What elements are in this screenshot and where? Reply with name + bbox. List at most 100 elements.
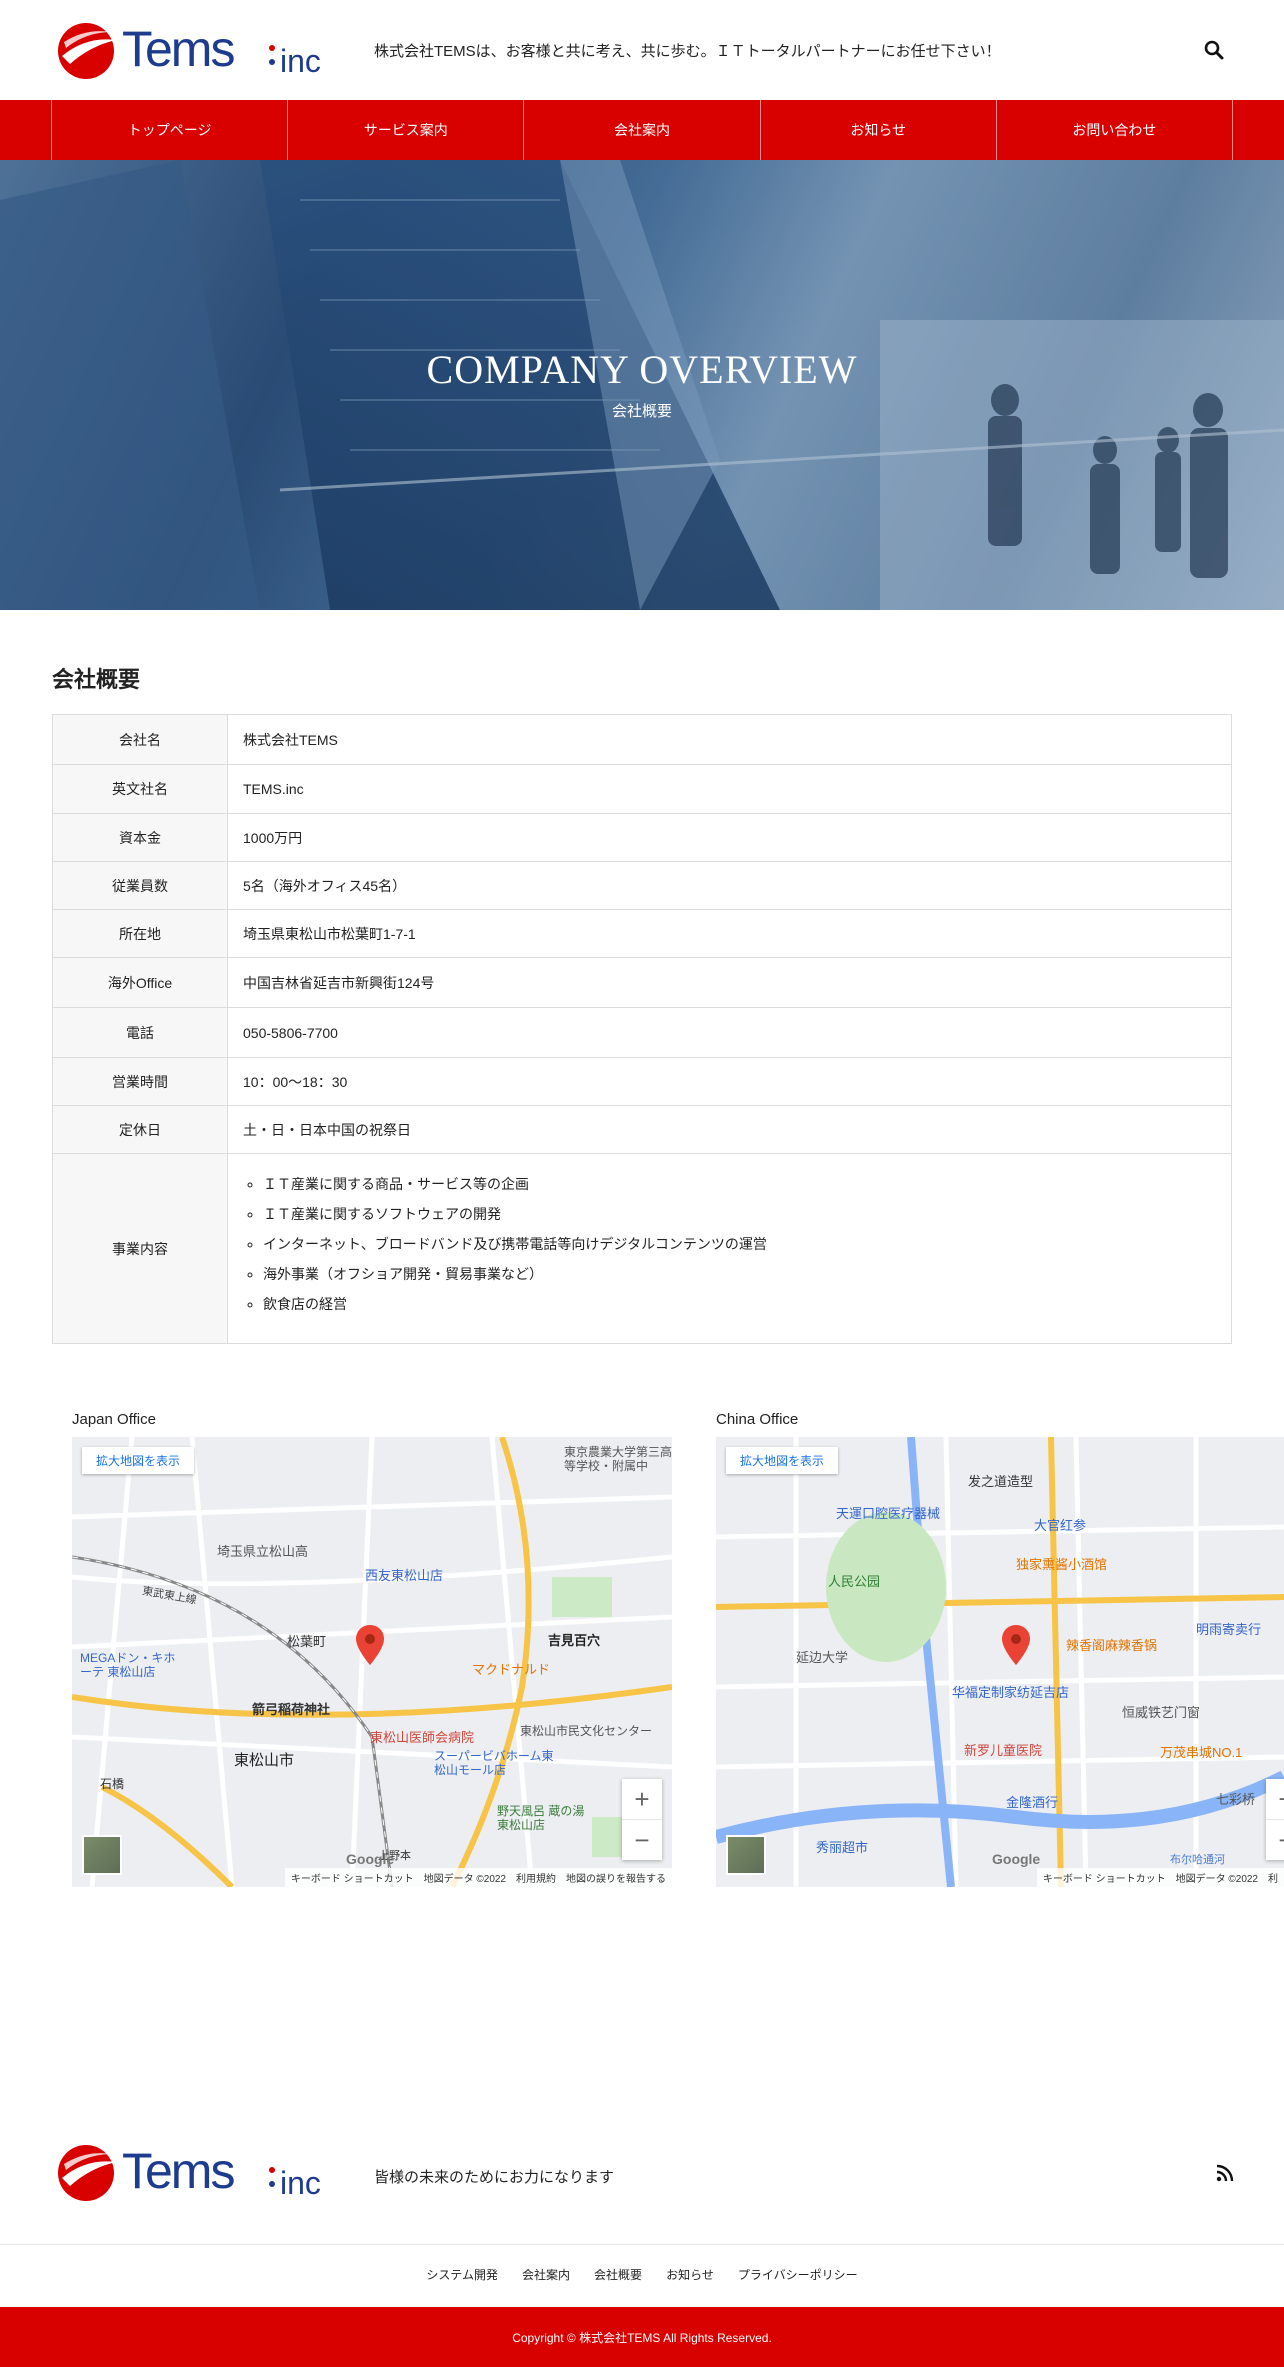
divider <box>0 2244 1284 2245</box>
map-type-toggle[interactable] <box>726 1835 766 1875</box>
list-item: 海外事業（オフショア開発・貿易事業など） <box>263 1259 1231 1289</box>
row-label: 所在地 <box>52 909 228 958</box>
row-value: 050-5806-7700 <box>227 1007 1232 1058</box>
view-larger-map-link[interactable]: 拡大地図を表示 <box>82 1447 195 1474</box>
map-place-label: 七彩桥 <box>1216 1792 1256 1807</box>
map-type-toggle[interactable] <box>82 1835 122 1875</box>
row-value: 中国吉林省延吉市新興街124号 <box>227 957 1232 1008</box>
map-place-label: 恒威铁艺门窗 <box>1122 1705 1201 1720</box>
list-item: インターネット、ブロードバンド及び携帯電話等向けデジタルコンテンツの運営 <box>263 1229 1231 1259</box>
hero-banner: COMPANY OVERVIEW 会社概要 <box>0 160 1284 610</box>
map-place-label: 西友東松山店 <box>365 1568 444 1583</box>
location-pin-icon[interactable] <box>1002 1625 1030 1665</box>
row-value: 土・日・日本中国の祝祭日 <box>227 1105 1232 1154</box>
map-place-label: 吉見百穴 <box>548 1633 601 1648</box>
map-place-label: 延边大学 <box>796 1650 849 1665</box>
japan-office-map[interactable]: 埼玉県立松山高 西友東松山店 松葉町 箭弓稲荷神社 東松山市 東松山医師会病院 … <box>72 1437 672 1887</box>
site-logo[interactable]: Tems inc <box>56 18 332 82</box>
table-row: 所在地 埼玉県東松山市松葉町1-7-1 <box>52 909 1232 958</box>
nav-item-services[interactable]: サービス案内 <box>288 100 525 160</box>
map-attribution[interactable]: キーボード ショートカット 地図データ ©2022 利用規約 地図の誤りを報告す… <box>284 1868 672 1887</box>
row-label: 電話 <box>52 1007 228 1058</box>
services-cell: ＩＴ産業に関する商品・サービス等の企画 ＩＴ産業に関するソフトウェアの開発 イン… <box>227 1153 1232 1344</box>
row-value: 株式会社TEMS <box>227 714 1232 765</box>
location-pin-icon[interactable] <box>356 1625 384 1665</box>
map-place-label: 埼玉県立松山高 <box>217 1544 309 1559</box>
list-item: 飲食店の経営 <box>263 1289 1231 1319</box>
zoom-out-button[interactable]: − <box>1266 1820 1284 1860</box>
view-larger-map-link[interactable]: 拡大地図を表示 <box>726 1447 839 1474</box>
list-item: ＩＴ産業に関するソフトウェアの開発 <box>263 1199 1231 1229</box>
row-label: 事業内容 <box>52 1153 228 1344</box>
map-place-label: 万茂串城NO.1 <box>1160 1745 1243 1760</box>
map-place-label: 東松山市民文化センター <box>520 1724 653 1738</box>
map-place-label: 東松山市 <box>234 1752 295 1769</box>
global-nav: トップページ サービス案内 会社案内 お知らせ お問い合わせ <box>0 100 1284 160</box>
china-office-map[interactable]: 天運口腔医疗器械 发之道造型 大官红参 独家熏酱小酒馆 人民公园 延边大学 辣香… <box>716 1437 1284 1887</box>
zoom-control: + − <box>622 1779 662 1860</box>
row-label: 海外Office <box>52 957 228 1008</box>
map-place-label: 华福定制家纺延吉店 <box>952 1685 1070 1700</box>
section-title: 会社概要 <box>52 667 141 692</box>
map-place-label: 松葉町 <box>287 1634 327 1649</box>
footer-link-privacy[interactable]: プライバシーポリシー <box>738 2266 858 2283</box>
row-value: 1000万円 <box>227 813 1232 862</box>
rss-icon[interactable] <box>1216 2164 1234 2182</box>
row-value: 10：00～18：30 <box>227 1057 1232 1106</box>
map-place-label: 独家熏酱小酒馆 <box>1016 1557 1108 1572</box>
nav-item-top[interactable]: トップページ <box>52 100 289 160</box>
table-row: 従業員数 5名（海外オフィス45名） <box>52 861 1232 910</box>
zoom-in-button[interactable]: + <box>1266 1779 1284 1819</box>
row-label: 資本金 <box>52 813 228 862</box>
row-label: 従業員数 <box>52 861 228 910</box>
logo-text: Tems <box>122 21 234 77</box>
footer-link-system-dev[interactable]: システム開発 <box>426 2266 498 2283</box>
map-place-label: 東松山医師会病院 <box>370 1730 475 1745</box>
map-place-label: MEGAドン・キホーテ 東松山店 <box>80 1651 176 1679</box>
footer-tagline: 皆様の未来のためにお力になります <box>374 2169 615 2186</box>
table-row: 事業内容 ＩＴ産業に関する商品・サービス等の企画 ＩＴ産業に関するソフトウェアの… <box>52 1153 1232 1344</box>
row-label: 営業時間 <box>52 1057 228 1106</box>
map-place-label: 野天風呂 蔵の湯 東松山店 <box>497 1804 585 1832</box>
map-place-label: 箭弓稲荷神社 <box>252 1702 331 1717</box>
copyright-text: Copyright © 株式会社TEMS All Rights Reserved… <box>512 2330 772 2345</box>
nav-item-company[interactable]: 会社案内 <box>524 100 761 160</box>
map-place-label: 石橋 <box>100 1777 125 1791</box>
map-place-label: マクドナルド <box>472 1662 551 1677</box>
table-row: 定休日 土・日・日本中国の祝祭日 <box>52 1105 1232 1154</box>
row-label: 英文社名 <box>52 764 228 814</box>
map-place-label: 秀丽超市 <box>816 1840 869 1855</box>
table-row: 英文社名 TEMS.inc <box>52 764 1232 814</box>
list-item: ＩＴ産業に関する商品・サービス等の企画 <box>263 1169 1231 1199</box>
zoom-out-button[interactable]: − <box>622 1820 662 1860</box>
row-label: 定休日 <box>52 1105 228 1154</box>
footer-link-news[interactable]: お知らせ <box>666 2266 714 2283</box>
table-row: 資本金 1000万円 <box>52 813 1232 862</box>
japan-office-label: Japan Office <box>72 1411 156 1428</box>
nav-item-contact[interactable]: お問い合わせ <box>997 100 1234 160</box>
site-header: Tems inc 株式会社TEMSは、お客様と共に考え、共に歩む。ＩＴトータルパ… <box>0 0 1284 100</box>
header-tagline: 株式会社TEMSは、お客様と共に考え、共に歩む。ＩＴトータルパートナーにお任せ下… <box>374 43 1001 60</box>
map-place-label: 金隆酒行 <box>1006 1795 1059 1810</box>
map-place-label: 布尔哈通河 <box>1170 1854 1225 1866</box>
zoom-control: + − <box>1266 1779 1284 1860</box>
logo-suffix: inc <box>280 2165 321 2201</box>
footer-logo[interactable]: Tems inc <box>56 2140 332 2204</box>
services-list: ＩＴ産業に関する商品・サービス等の企画 ＩＴ産業に関するソフトウェアの開発 イン… <box>243 1161 1231 1337</box>
table-row: 会社名 株式会社TEMS <box>52 714 1232 765</box>
map-place-label: 人民公园 <box>828 1574 881 1589</box>
footer-nav: システム開発 会社案内 会社概要 お知らせ プライバシーポリシー <box>0 2266 1284 2283</box>
map-place-label: 天運口腔医疗器械 <box>836 1506 941 1521</box>
nav-item-news[interactable]: お知らせ <box>761 100 997 160</box>
logo-suffix: inc <box>280 43 321 79</box>
row-value: TEMS.inc <box>227 764 1232 814</box>
hero-title: COMPANY OVERVIEW <box>426 347 858 392</box>
footer-link-overview[interactable]: 会社概要 <box>594 2266 642 2283</box>
map-attribution[interactable]: キーボード ショートカット 地図データ ©2022 利 <box>1036 1868 1284 1887</box>
map-place-label: 大官红参 <box>1034 1518 1087 1533</box>
map-place-label: 東京農業大学第三高等学校・附属中 <box>564 1445 672 1473</box>
footer-link-company[interactable]: 会社案内 <box>522 2266 570 2283</box>
map-place-label: 明雨寄卖行 <box>1196 1622 1262 1637</box>
zoom-in-button[interactable]: + <box>622 1779 662 1819</box>
search-icon[interactable] <box>1200 36 1228 64</box>
